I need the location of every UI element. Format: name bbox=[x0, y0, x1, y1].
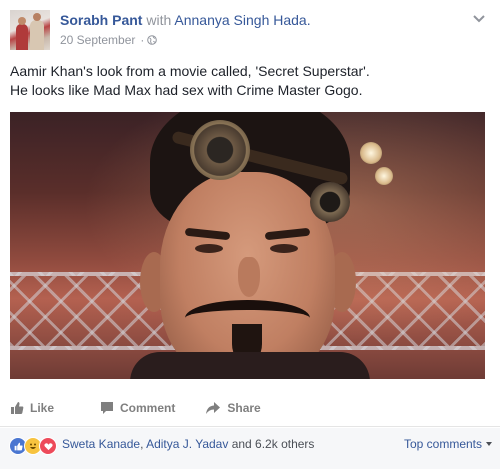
post-photo[interactable] bbox=[10, 112, 485, 379]
share-button[interactable]: Share bbox=[205, 401, 261, 415]
love-reaction-icon bbox=[39, 437, 57, 455]
tagged-person-link[interactable]: Annanya Singh Hada. bbox=[174, 12, 310, 28]
meta-separator: · bbox=[140, 33, 145, 47]
author-name-link[interactable]: Sorabh Pant bbox=[60, 12, 142, 28]
globe-icon[interactable] bbox=[147, 35, 158, 45]
reaction-summary[interactable]: Sweta Kanade, Aditya J. Yadav and 6.2k o… bbox=[62, 437, 314, 451]
comment-icon bbox=[101, 402, 114, 414]
comment-label: Comment bbox=[120, 401, 176, 415]
top-comments-dropdown[interactable]: Top comments bbox=[404, 437, 492, 451]
comment-button[interactable]: Comment bbox=[100, 401, 175, 415]
reactor-name-link[interactable]: Aditya J. Yadav bbox=[146, 437, 228, 451]
author-avatar[interactable] bbox=[10, 10, 50, 50]
post-date-link[interactable]: 20 September bbox=[60, 33, 135, 47]
chevron-down-icon[interactable] bbox=[472, 12, 486, 26]
share-label: Share bbox=[227, 401, 261, 415]
thumbs-up-icon bbox=[11, 402, 24, 414]
top-comments-label: Top comments bbox=[403, 437, 482, 451]
share-arrow-icon bbox=[206, 402, 221, 414]
reaction-icons[interactable] bbox=[9, 437, 57, 455]
post-text-line: He looks like Mad Max had sex with Crime… bbox=[10, 82, 363, 98]
like-button[interactable]: Like bbox=[10, 401, 54, 415]
caret-down-icon bbox=[486, 442, 492, 446]
post-text-line: Aamir Khan's look from a movie called, '… bbox=[10, 63, 370, 79]
post-header: Sorabh Pant with Annanya Singh Hada. 20 … bbox=[10, 10, 490, 50]
like-label: Like bbox=[30, 401, 55, 415]
reaction-others-text[interactable]: and 6.2k others bbox=[228, 437, 315, 451]
with-text: with bbox=[146, 12, 172, 28]
facebook-post: Sorabh Pant with Annanya Singh Hada. 20 … bbox=[0, 0, 500, 469]
post-meta: 20 September · bbox=[60, 33, 158, 47]
reactions-bar: Sweta Kanade, Aditya J. Yadav and 6.2k o… bbox=[0, 428, 500, 469]
divider bbox=[0, 426, 500, 427]
author-line: Sorabh Pant with Annanya Singh Hada. bbox=[60, 12, 311, 28]
post-actions: Like Comment Share bbox=[10, 393, 490, 423]
post-text: Aamir Khan's look from a movie called, '… bbox=[10, 62, 490, 100]
reactor-name-link[interactable]: Sweta Kanade bbox=[62, 437, 140, 451]
